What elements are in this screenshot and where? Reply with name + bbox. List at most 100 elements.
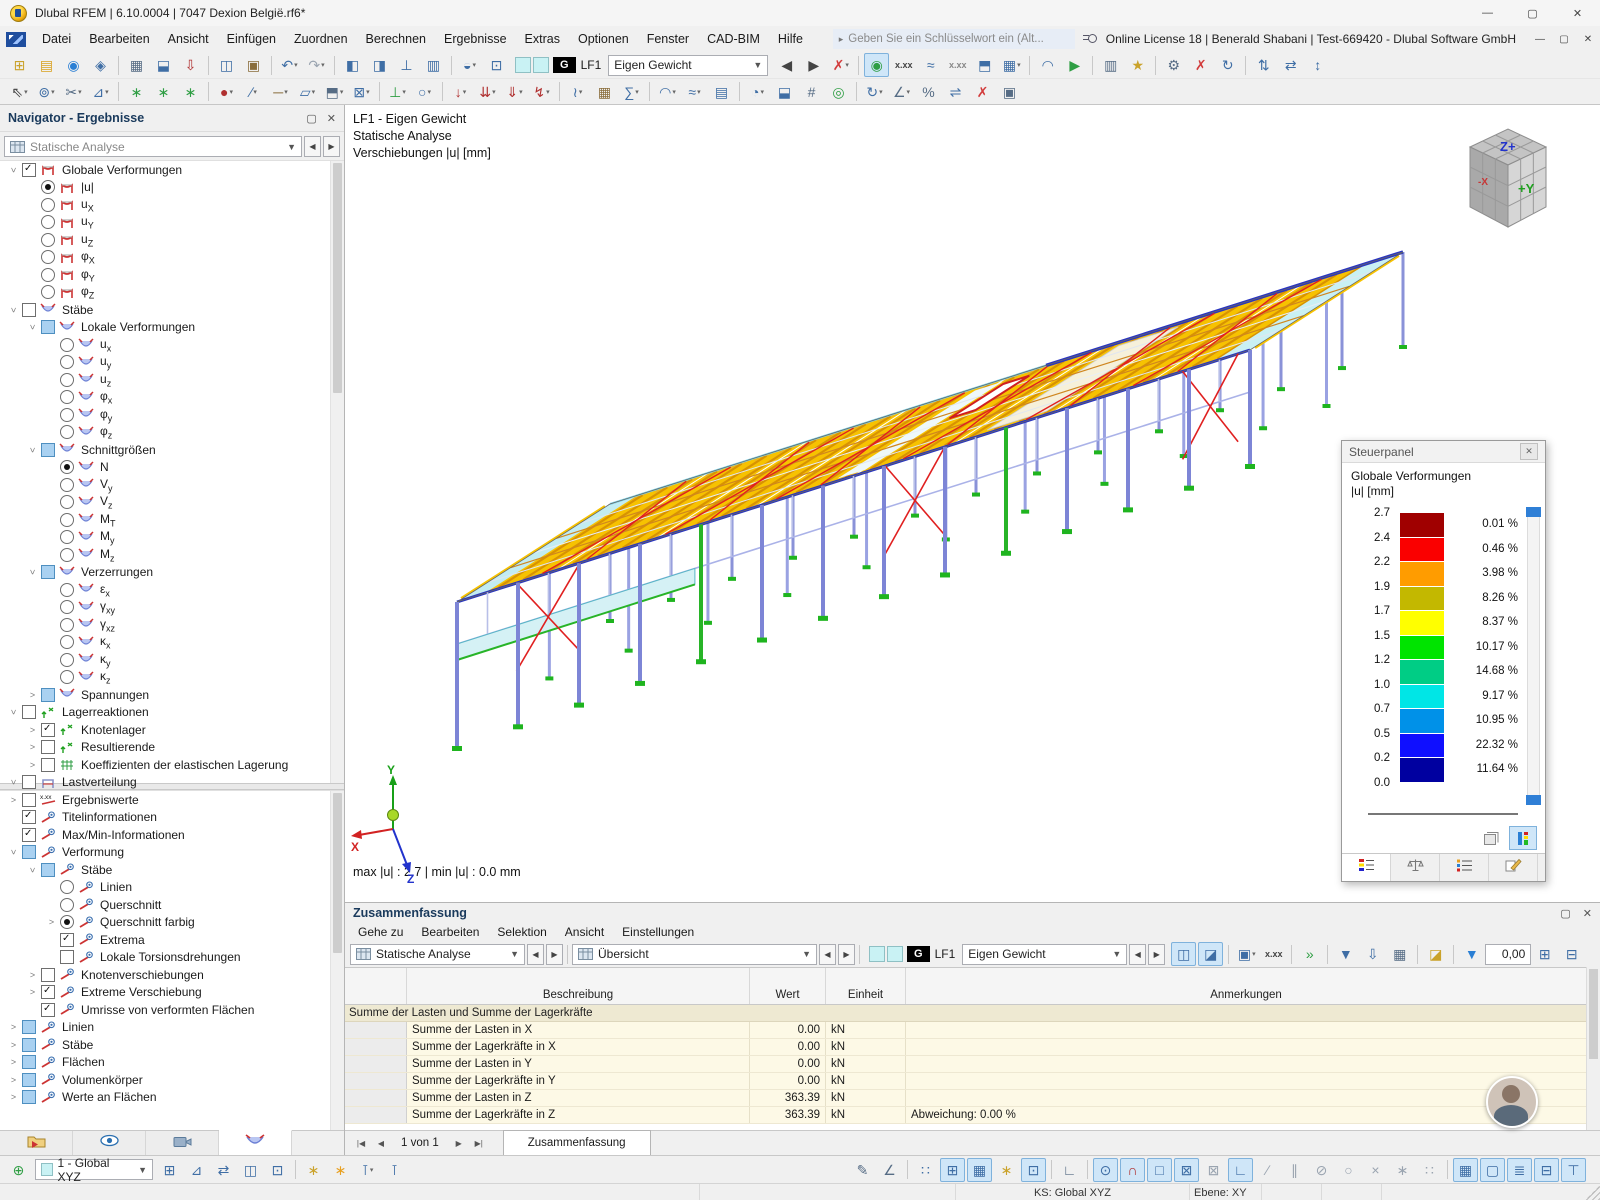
recalculate-button[interactable]: ↻: [1215, 53, 1240, 77]
export-pdf-button[interactable]: ⇩: [178, 53, 203, 77]
previous-analysis-button[interactable]: ◀: [304, 136, 321, 157]
result-beams-button[interactable]: ◠ ▾: [655, 80, 680, 104]
delete-objects-button[interactable]: ✗: [970, 80, 995, 104]
tab-display-navigator[interactable]: [73, 1131, 146, 1155]
navigator-scrollbar[interactable]: [330, 161, 344, 783]
checkbox-unchecked[interactable]: [22, 792, 36, 807]
legend-max-handle[interactable]: [1526, 507, 1541, 517]
pencil-edit-button[interactable]: ✎: [850, 1158, 875, 1182]
new-grid-button[interactable]: ⊞: [940, 1157, 965, 1182]
mesh-settings-button[interactable]: ▦: [592, 80, 617, 104]
menu-einf-gen[interactable]: Einfügen: [218, 26, 285, 52]
redo-button[interactable]: ↷ ▾: [304, 53, 329, 77]
tree-item--[interactable]: φZ: [0, 284, 344, 302]
radio-unselected[interactable]: [60, 477, 74, 492]
checkbox-partial[interactable]: [41, 320, 55, 335]
tree-item--[interactable]: φY: [0, 266, 344, 284]
table-close-button[interactable]: ⊟: [1559, 942, 1584, 966]
tree-item-ergebniswerte[interactable]: > x.xx Ergebniswerte: [0, 791, 344, 809]
tree-item-titelinformationen[interactable]: Titelinformationen: [0, 809, 344, 827]
generate-model-button[interactable]: ∗: [124, 80, 149, 104]
checkbox-checked[interactable]: [41, 985, 55, 1000]
navigation-cube[interactable]: Z+ +Y -X: [1450, 113, 1570, 238]
minimize-button[interactable]: —: [1465, 0, 1510, 26]
open-model-button[interactable]: ▤: [34, 53, 59, 77]
tree-item-koeffizienten-der-elastischen-lagerung[interactable]: > Koeffizienten der elastischen Lagerung: [0, 756, 344, 774]
report-template-button[interactable]: ★: [1125, 53, 1150, 77]
tree-item-m[interactable]: MT: [0, 511, 344, 529]
tree-item-st-be[interactable]: > Stäbe: [0, 301, 344, 319]
snap-perpendicular-button[interactable]: ⊘: [1309, 1158, 1334, 1182]
chevron-collapsed-icon[interactable]: >: [6, 1092, 21, 1102]
table-export-button[interactable]: ⇩: [1360, 942, 1385, 966]
polyline-edit-button[interactable]: ∠: [877, 1158, 902, 1182]
menu-ansicht[interactable]: Ansicht: [159, 26, 218, 52]
search-icon[interactable]: [1082, 33, 1098, 46]
tree-item-u[interactable]: uY: [0, 214, 344, 232]
reorder-button[interactable]: ↕: [1305, 53, 1330, 77]
clipboard-button[interactable]: ▣: [241, 53, 266, 77]
snap-x-button[interactable]: ⊺ ▾: [355, 1158, 380, 1182]
screenshot-button[interactable]: ▣: [997, 80, 1022, 104]
node-button[interactable]: ● ▾: [214, 80, 239, 104]
checkbox-partial[interactable]: [22, 1055, 36, 1070]
checkbox-unchecked[interactable]: [41, 757, 55, 772]
menubar-close-button[interactable]: ✕: [1576, 29, 1600, 49]
renumber-button[interactable]: ↻ ▾: [862, 80, 887, 104]
radio-unselected[interactable]: [60, 897, 74, 912]
radio-unselected[interactable]: [60, 582, 74, 597]
tree-item-querschnitt-farbig[interactable]: > Querschnitt farbig: [0, 914, 344, 932]
menu-hilfe[interactable]: Hilfe: [769, 26, 812, 52]
cube-label-side[interactable]: -X: [1478, 177, 1488, 188]
summary-menu-ansicht[interactable]: Ansicht: [556, 925, 613, 939]
legend-min-handle[interactable]: [1526, 795, 1541, 805]
legend-scrollbar[interactable]: [1527, 513, 1540, 801]
tree-item--[interactable]: κy: [0, 651, 344, 669]
go-to-object-button[interactable]: »: [1297, 942, 1322, 966]
pins-toggle-button[interactable]: ⊤: [1561, 1157, 1586, 1182]
checkbox-checked[interactable]: [22, 162, 36, 177]
snap-circle-button[interactable]: ⊠: [1174, 1157, 1199, 1182]
dlubal-online-button[interactable]: ◉: [61, 53, 86, 77]
tree-item-spannungen[interactable]: > Spannungen: [0, 686, 344, 704]
show-all-button[interactable]: ◎: [826, 80, 851, 104]
table-split-button[interactable]: ◨: [367, 53, 392, 77]
table-row[interactable]: Summe der Lasten in Z 363.39 kN: [345, 1090, 1587, 1107]
chevron-expanded-icon[interactable]: >: [28, 442, 38, 457]
maximize-button[interactable]: ▢: [1510, 0, 1555, 26]
tab-results-navigator[interactable]: [219, 1130, 292, 1155]
chevron-collapsed-icon[interactable]: >: [6, 795, 21, 805]
checkbox-partial[interactable]: [22, 1072, 36, 1087]
column-header-gutter[interactable]: [345, 968, 407, 1004]
ortho-mode-button[interactable]: ∟: [1057, 1158, 1082, 1182]
summary-menu-selektion[interactable]: Selektion: [488, 925, 555, 939]
surface-button[interactable]: ▱ ▾: [295, 80, 320, 104]
tree-item-knotenlager[interactable]: > Knotenlager: [0, 721, 344, 739]
grid-points-button[interactable]: ∷: [913, 1158, 938, 1182]
radio-unselected[interactable]: [60, 635, 74, 650]
resize-grip[interactable]: [1586, 1184, 1600, 1200]
select-special-button[interactable]: ⊚ ▾: [34, 80, 59, 104]
ruler-button[interactable]: ⊥: [394, 53, 419, 77]
radio-unselected[interactable]: [60, 425, 74, 440]
line-button[interactable]: ∕ ▾: [241, 80, 266, 104]
member-hinge-button[interactable]: ○ ▾: [412, 80, 437, 104]
column-header-einheit[interactable]: Einheit: [826, 968, 906, 1004]
measure-button[interactable]: ∠ ▾: [889, 80, 914, 104]
column-header-anmerkungen[interactable]: Anmerkungen: [906, 968, 1587, 1004]
tree-item-linien[interactable]: Linien: [0, 879, 344, 897]
chevron-collapsed-icon[interactable]: >: [25, 742, 40, 752]
chevron-expanded-icon[interactable]: >: [9, 705, 19, 720]
first-page-button[interactable]: |◀: [351, 1134, 371, 1152]
chevron-collapsed-icon[interactable]: >: [25, 725, 40, 735]
tree-item-n[interactable]: N: [0, 459, 344, 477]
panel-options-button[interactable]: [1477, 826, 1505, 850]
search-input[interactable]: ▸ Geben Sie ein Schlüsselwort ein (Alt..…: [832, 29, 1075, 49]
new-workplane-button[interactable]: ⊞: [157, 1158, 182, 1182]
radio-unselected[interactable]: [60, 390, 74, 405]
navigator-close-icon[interactable]: ✕: [327, 112, 336, 125]
snap-corner-button[interactable]: ∟: [1228, 1157, 1253, 1182]
tree-item-u[interactable]: uy: [0, 354, 344, 372]
tab-zusammenfassung[interactable]: Zusammenfassung: [502, 1130, 651, 1155]
chevron-collapsed-icon[interactable]: >: [25, 987, 40, 997]
